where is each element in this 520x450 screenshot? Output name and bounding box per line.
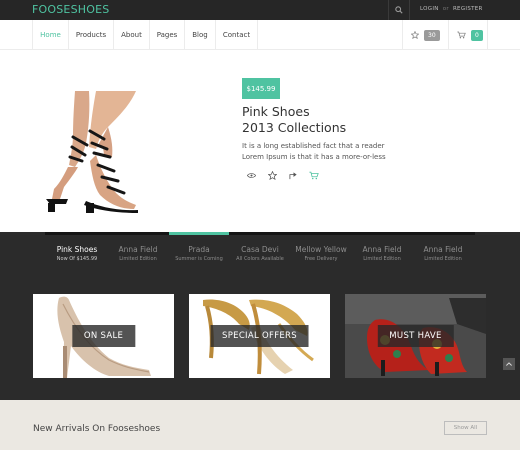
wishlist-count-badge: 30 [424, 29, 440, 41]
promo-section: ON SALE SPECIAL OFFERS MUST HAVE [0, 269, 520, 400]
hero-title: Pink Shoes 2013 Collections [242, 104, 346, 136]
slide-tab-casa-devi[interactable]: Casa Devi All Colors Available [230, 245, 290, 262]
slide-subtitle: Summer is Coming [175, 256, 223, 262]
top-bar: FOOSESHOES LOGIN or REGISTER [0, 0, 520, 20]
slide-title: Casa Devi [241, 245, 279, 254]
chevron-up-icon [506, 362, 512, 366]
slide-subtitle: Limited Edition [363, 256, 401, 262]
product-slider-nav: Pink Shoes Now Of $145.99 Anna Field Lim… [0, 232, 520, 269]
slider-track [45, 232, 475, 235]
slide-subtitle: Limited Edition [424, 256, 462, 262]
hero-desc-line2: Lorem Ipsum is that it has a more-or-les… [242, 153, 386, 161]
search-icon [395, 6, 403, 14]
wishlist-button[interactable]: 30 [402, 20, 446, 50]
nav-item-about[interactable]: About [114, 20, 150, 50]
auth-links: LOGIN or REGISTER [420, 6, 483, 12]
slide-tab-anna-field[interactable]: Anna Field Limited Edition [108, 245, 168, 262]
nav-item-pages[interactable]: Pages [150, 20, 185, 50]
promo-card-must-have[interactable]: MUST HAVE [345, 294, 486, 378]
add-favorite-button[interactable] [267, 170, 277, 180]
slide-subtitle: All Colors Available [236, 256, 284, 262]
share-button[interactable] [288, 170, 298, 180]
hero-title-line1: Pink Shoes [242, 104, 310, 119]
promo-label: ON SALE [71, 325, 136, 347]
slide-tab-pink-shoes[interactable]: Pink Shoes Now Of $145.99 [47, 245, 107, 262]
promo-label: MUST HAVE [377, 325, 454, 347]
price-tag: $145.99 [242, 78, 280, 99]
slide-subtitle: Limited Edition [119, 256, 157, 262]
slide-tab-mellow-yellow[interactable]: Mellow Yellow Free Delivery [291, 245, 351, 262]
hero-section: $145.99 Pink Shoes 2013 Collections It i… [0, 51, 520, 232]
slide-tab-anna-field-2[interactable]: Anna Field Limited Edition [352, 245, 412, 262]
promo-card-on-sale[interactable]: ON SALE [33, 294, 174, 378]
login-link[interactable]: LOGIN [420, 6, 439, 12]
nav-item-contact[interactable]: Contact [216, 20, 258, 50]
hero-title-line2: 2013 Collections [242, 120, 347, 135]
cart-icon [457, 31, 466, 39]
hero-shoe-image[interactable] [38, 91, 142, 213]
cart-button[interactable]: 0 [448, 20, 488, 50]
nav-item-products[interactable]: Products [69, 20, 114, 50]
auth-separator: or [442, 6, 449, 12]
quick-view-button[interactable] [246, 170, 256, 180]
slider-active-indicator [169, 232, 229, 235]
main-nav: Home Products About Pages Blog Contact 3… [0, 20, 520, 50]
new-arrivals-section: New Arrivals On Fooseshoes Show All [0, 400, 520, 450]
cart-count-badge: 0 [471, 29, 483, 41]
top-search-button[interactable] [388, 0, 410, 20]
nav-item-home[interactable]: Home [32, 20, 69, 50]
slide-title: Prada [188, 245, 210, 254]
promo-card-special-offers[interactable]: SPECIAL OFFERS [189, 294, 330, 378]
share-icon [288, 171, 297, 179]
cart-icon [309, 171, 319, 179]
hero-description: It is a long established fact that a rea… [242, 141, 412, 163]
nav-item-blog[interactable]: Blog [185, 20, 216, 50]
slide-title: Pink Shoes [56, 245, 98, 254]
slide-subtitle: Now Of $145.99 [56, 256, 98, 262]
show-all-button[interactable]: Show All [444, 421, 487, 435]
hero-actions [246, 170, 319, 180]
scroll-to-top-button[interactable] [503, 358, 515, 370]
star-icon [411, 31, 419, 39]
slide-title: Anna Field [118, 245, 158, 254]
slide-title: Anna Field [362, 245, 402, 254]
hero-desc-line1: It is a long established fact that a rea… [242, 142, 385, 150]
register-link[interactable]: REGISTER [453, 6, 483, 12]
star-icon [267, 170, 277, 180]
new-arrivals-title: New Arrivals On Fooseshoes [33, 424, 161, 434]
slide-subtitle: Free Delivery [304, 256, 338, 262]
slide-title: Mellow Yellow [295, 245, 347, 254]
promo-label: SPECIAL OFFERS [210, 325, 309, 347]
slide-tab-prada[interactable]: Prada Summer is Coming [169, 245, 229, 262]
site-logo[interactable]: FOOSESHOES [32, 3, 109, 16]
add-to-cart-button[interactable] [309, 170, 319, 180]
slide-tab-anna-field-3[interactable]: Anna Field Limited Edition [413, 245, 473, 262]
slide-title: Anna Field [423, 245, 463, 254]
eye-icon [246, 172, 256, 178]
